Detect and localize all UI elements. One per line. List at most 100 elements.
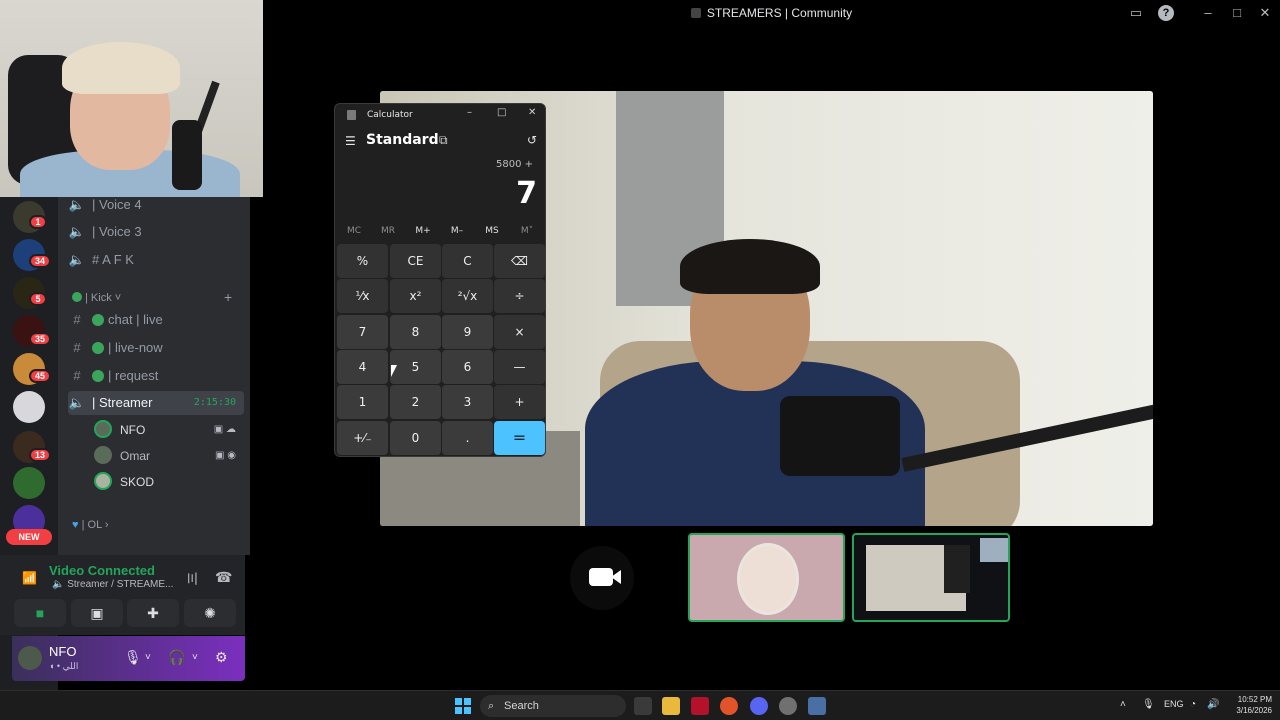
clear-key[interactable]: C (442, 244, 493, 278)
camera-icon (589, 568, 613, 586)
add-channel-icon[interactable]: + (224, 289, 232, 305)
memory-store-button[interactable]: MS (475, 226, 509, 236)
digit-7-key[interactable]: 7 (337, 315, 388, 349)
channel-streamer[interactable]: 🔈 | Streamer 2:15:30 (68, 391, 244, 415)
calculator-taskbar-icon[interactable] (808, 697, 826, 715)
clear-entry-key[interactable]: CE (390, 244, 441, 278)
mic-icon[interactable]: 🎙 (1142, 699, 1155, 710)
language-indicator[interactable]: ENG (1164, 699, 1184, 709)
file-explorer-icon[interactable] (662, 697, 680, 715)
screen-share-button[interactable]: ▣ (71, 599, 123, 627)
voice-channel-path[interactable]: 🔈 Streamer / STREAME... (52, 579, 173, 590)
new-pill[interactable]: NEW (6, 529, 52, 545)
taskbar-search[interactable]: ⌕ Search (480, 695, 626, 717)
network-icon[interactable]: ◔ (1190, 699, 1196, 710)
chevron-up-icon[interactable]: ˄ (1120, 699, 1126, 710)
maximize-icon[interactable]: □ (497, 107, 506, 118)
memory-list-button[interactable]: M˅ (510, 226, 544, 236)
server-icon[interactable] (13, 467, 45, 499)
channel-voice-3[interactable]: 🔈 | Voice 3 (68, 220, 244, 244)
acrobat-icon[interactable] (691, 697, 709, 715)
digit-9-key[interactable]: 9 (442, 315, 493, 349)
obs-icon[interactable] (779, 697, 797, 715)
square-root-key[interactable]: ²√x (442, 279, 493, 313)
disconnect-icon[interactable]: ☎ (215, 569, 232, 586)
minimize-icon[interactable]: – (467, 107, 472, 118)
gear-icon[interactable]: ⚙ (215, 649, 228, 666)
camera-button[interactable]: ■ (14, 599, 66, 627)
equals-key[interactable]: = (494, 421, 545, 455)
green-dot-icon (92, 314, 104, 326)
windows-start-icon[interactable] (455, 698, 471, 714)
divide-key[interactable]: ÷ (494, 279, 545, 313)
digit-5-key[interactable]: 5 (390, 350, 441, 384)
memory-recall-button[interactable]: MR (371, 226, 405, 236)
member-nfo[interactable]: NFO ▣ ☁ (94, 418, 244, 442)
chevron-down-icon[interactable]: ˅ (192, 652, 198, 663)
reciprocal-key[interactable]: ⅟x (337, 279, 388, 313)
username[interactable]: NFO (49, 644, 76, 659)
decimal-key[interactable]: . (442, 421, 493, 455)
category-kick[interactable]: | Kick ˅ + (72, 289, 232, 305)
brave-icon[interactable] (720, 697, 738, 715)
camera-toggle-button[interactable] (570, 546, 634, 610)
memory-subtract-button[interactable]: M– (440, 226, 474, 236)
chevron-down-icon[interactable]: ˅ (145, 652, 151, 663)
maximize-icon[interactable]: □ (1229, 5, 1245, 21)
plus-key[interactable]: + (494, 385, 545, 419)
voice-status[interactable]: Video Connected (49, 563, 155, 578)
server-badge: 5 (29, 292, 47, 306)
memory-add-button[interactable]: M+ (406, 226, 440, 236)
history-icon[interactable]: ↺ (527, 133, 537, 147)
server-icon[interactable] (13, 391, 45, 423)
digit-0-key[interactable]: 0 (390, 421, 441, 455)
task-view-icon[interactable] (634, 697, 652, 715)
channel-afk[interactable]: 🔈 # A F K (68, 248, 244, 272)
multiply-key[interactable]: × (494, 315, 545, 349)
activities-button[interactable]: ✚ (127, 599, 179, 627)
member-omar[interactable]: Omar ▣ ◉ (94, 444, 244, 468)
percent-key[interactable]: % (337, 244, 388, 278)
participant-tile[interactable] (852, 533, 1010, 622)
hamburger-icon[interactable]: ☰ (345, 134, 356, 148)
hash-icon: # (73, 340, 81, 355)
digit-8-key[interactable]: 8 (390, 315, 441, 349)
digit-2-key[interactable]: 2 (390, 385, 441, 419)
memory-clear-button[interactable]: MC (337, 226, 371, 236)
channel-voice-4[interactable]: 🔈 | Voice 4 (68, 197, 244, 217)
server-icon (690, 8, 701, 18)
noise-suppression-icon[interactable]: 〣 (185, 569, 199, 589)
avatar (94, 446, 112, 464)
discord-icon[interactable] (750, 697, 768, 715)
close-icon[interactable]: ✕ (1257, 5, 1273, 21)
video-headphones (680, 239, 820, 294)
mic-icon[interactable]: 🎙 (124, 649, 142, 666)
calculator-expression: 5800 + (495, 159, 533, 170)
digit-6-key[interactable]: 6 (442, 350, 493, 384)
category-ol[interactable]: ♥ | OL › (72, 519, 109, 531)
taskbar-clock[interactable]: 10:52 PM 3/16/2026 (1226, 694, 1272, 716)
voice-panel: 📶 Video Connected 🔈 Streamer / STREAME..… (0, 555, 245, 635)
screen: STREAMERS | Community ▭ ? – □ ✕ 1 34 5 3… (0, 0, 1280, 720)
soundboard-button[interactable]: ✺ (184, 599, 236, 627)
channel-request[interactable]: # | request (68, 364, 244, 388)
avatar[interactable] (18, 646, 42, 670)
inbox-icon[interactable]: ▭ (1128, 5, 1144, 21)
minus-key[interactable]: — (494, 350, 545, 384)
member-skod[interactable]: SKOD (94, 470, 244, 494)
participant-tile[interactable] (688, 533, 845, 622)
volume-icon[interactable]: 🔊 (1207, 699, 1219, 710)
digit-1-key[interactable]: 1 (337, 385, 388, 419)
square-key[interactable]: x² (390, 279, 441, 313)
backspace-key[interactable]: ⌫ (494, 244, 545, 278)
headphones-icon[interactable]: 🎧 (168, 649, 185, 666)
negate-key[interactable]: +⁄₋ (337, 421, 388, 455)
minimize-icon[interactable]: – (1200, 5, 1216, 21)
channel-chat-live[interactable]: # chat | live (68, 308, 244, 332)
digit-4-key[interactable]: 4 (337, 350, 388, 384)
close-icon[interactable]: ✕ (528, 107, 536, 118)
help-icon[interactable]: ? (1158, 5, 1174, 21)
digit-3-key[interactable]: 3 (442, 385, 493, 419)
channel-live-now[interactable]: # | live-now (68, 336, 244, 360)
keep-on-top-icon[interactable]: ⧉ (439, 133, 448, 148)
